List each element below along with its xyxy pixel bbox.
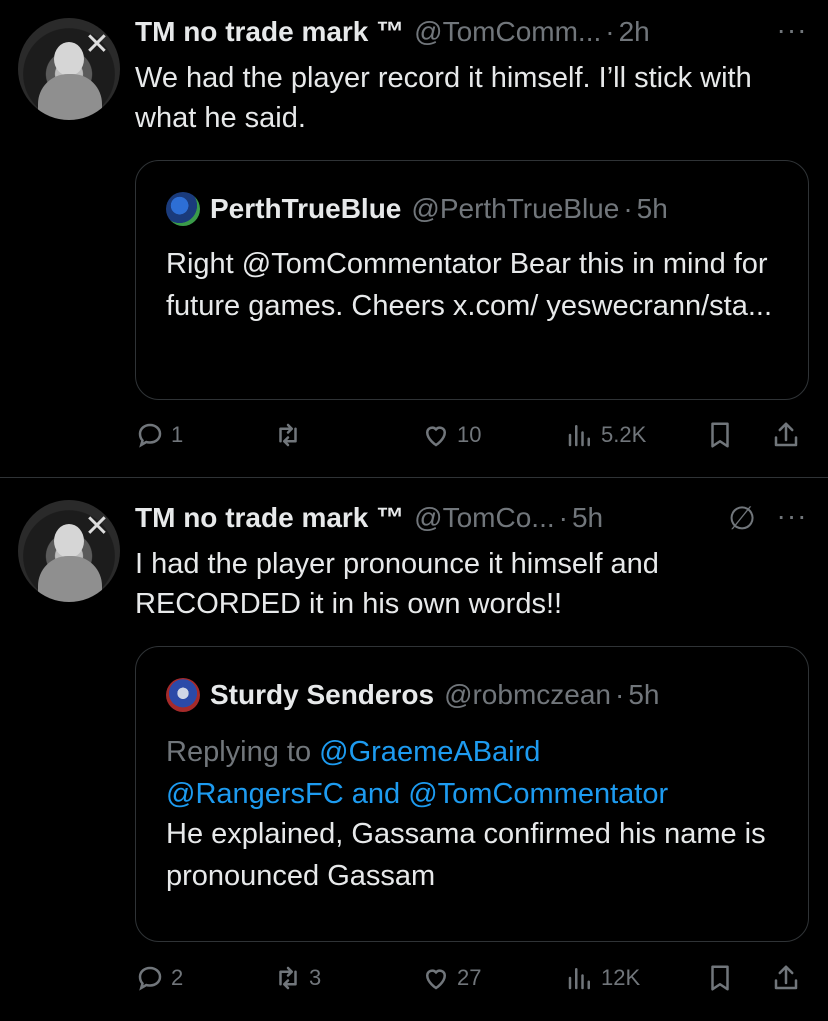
like-button[interactable]: 10 — [421, 415, 481, 455]
avatar[interactable]: ✕ — [18, 500, 120, 602]
repost-button[interactable] — [273, 415, 309, 455]
bookmark-icon — [711, 422, 729, 448]
tweet[interactable]: ✕ TM no trade mark ™ @TomComm... · 2h ··… — [0, 0, 828, 478]
tweet-header: TM no trade mark ™ @TomCo... · 5h — [135, 500, 715, 536]
share-button[interactable] — [771, 958, 801, 998]
mention-link[interactable]: @TomCommentator — [408, 778, 668, 810]
like-icon — [425, 426, 447, 447]
tweet[interactable]: ✕ TM no trade mark ™ @TomCo... · 5h ∅ ··… — [0, 478, 828, 1021]
quoted-timestamp: 5h — [636, 193, 668, 224]
separator-dot: · — [605, 16, 615, 47]
reply-count: 2 — [171, 965, 184, 990]
views-icon — [568, 968, 590, 990]
quoted-author-handle: @robmczean — [444, 679, 611, 710]
quoted-avatar — [166, 678, 200, 712]
reply-count: 1 — [171, 422, 184, 447]
share-icon — [774, 422, 798, 447]
separator-dot: · — [623, 193, 633, 224]
bookmark-button[interactable] — [705, 958, 735, 998]
author-handle[interactable]: @TomCo... — [414, 502, 554, 534]
author-name[interactable]: TM no trade mark ™ — [135, 16, 404, 48]
views-icon — [568, 425, 590, 447]
views-button[interactable]: 12K — [565, 958, 640, 998]
like-count: 10 — [457, 422, 482, 447]
views-button[interactable]: 5.2K — [565, 415, 646, 455]
reply-icon — [138, 966, 162, 991]
tweet-header: TM no trade mark ™ @TomComm... · 2h — [135, 14, 745, 50]
repost-icon — [279, 423, 297, 447]
quoted-tweet-text: Right @TomCommentator Bear this in mind … — [166, 248, 773, 322]
replying-to-and: and — [343, 778, 409, 810]
separator-dot: · — [558, 502, 568, 533]
timestamp[interactable]: 2h — [619, 16, 650, 48]
share-icon — [774, 965, 798, 990]
grok-icon[interactable]: ∅ — [722, 500, 762, 536]
more-icon[interactable]: ··· — [770, 502, 814, 536]
quoted-tweet-header: PerthTrueBlue @PerthTrueBlue · 5h — [166, 191, 668, 227]
repost-count: 3 — [309, 965, 322, 990]
avatar[interactable]: ✕ — [18, 18, 120, 120]
author-name[interactable]: TM no trade mark ™ — [135, 502, 404, 534]
quoted-avatar — [166, 192, 200, 226]
reply-button[interactable]: 1 — [135, 415, 183, 455]
action-bar: 1 10 5.2K — [135, 415, 815, 455]
quoted-tweet[interactable]: Sturdy Senderos @robmczean · 5h Replying… — [135, 646, 809, 942]
quoted-author-handle: @PerthTrueBlue — [411, 193, 620, 224]
author-handle[interactable]: @TomComm... — [414, 16, 601, 48]
quoted-author-name: PerthTrueBlue — [210, 193, 402, 224]
like-count: 27 — [457, 965, 482, 990]
tweet-text: I had the player pronounce it himself an… — [135, 548, 659, 620]
quoted-tweet[interactable]: PerthTrueBlue @PerthTrueBlue · 5h Right … — [135, 160, 809, 400]
views-count: 5.2K — [601, 422, 647, 447]
views-count: 12K — [601, 965, 641, 990]
mention-link[interactable]: @GraemeABaird — [319, 736, 540, 768]
separator-dot: · — [615, 679, 625, 710]
mention-link[interactable]: @RangersFC — [166, 778, 344, 810]
quoted-tweet-header: Sturdy Senderos @robmczean · 5h — [166, 677, 659, 713]
reply-button[interactable]: 2 — [135, 958, 183, 998]
share-button[interactable] — [771, 415, 801, 455]
reply-icon — [138, 423, 162, 448]
tweet-text: We had the player record it himself. I’l… — [135, 62, 752, 134]
quoted-timestamp: 5h — [628, 679, 660, 710]
bookmark-icon — [711, 965, 729, 991]
more-icon[interactable]: ··· — [770, 16, 814, 50]
replying-to: Replying to @GraemeABaird @RangersFC and… — [166, 731, 786, 815]
quoted-tweet-text: He explained, Gassama confirmed his name… — [166, 818, 766, 892]
like-icon — [425, 969, 447, 990]
quoted-author-name: Sturdy Senderos — [210, 679, 435, 710]
replying-to-prefix: Replying to — [166, 736, 320, 768]
repost-button[interactable]: 3 — [273, 958, 321, 998]
bookmark-button[interactable] — [705, 415, 735, 455]
action-bar: 2 3 27 12K — [135, 958, 815, 998]
like-button[interactable]: 27 — [421, 958, 481, 998]
timestamp[interactable]: 5h — [572, 502, 603, 534]
repost-icon — [279, 966, 297, 990]
